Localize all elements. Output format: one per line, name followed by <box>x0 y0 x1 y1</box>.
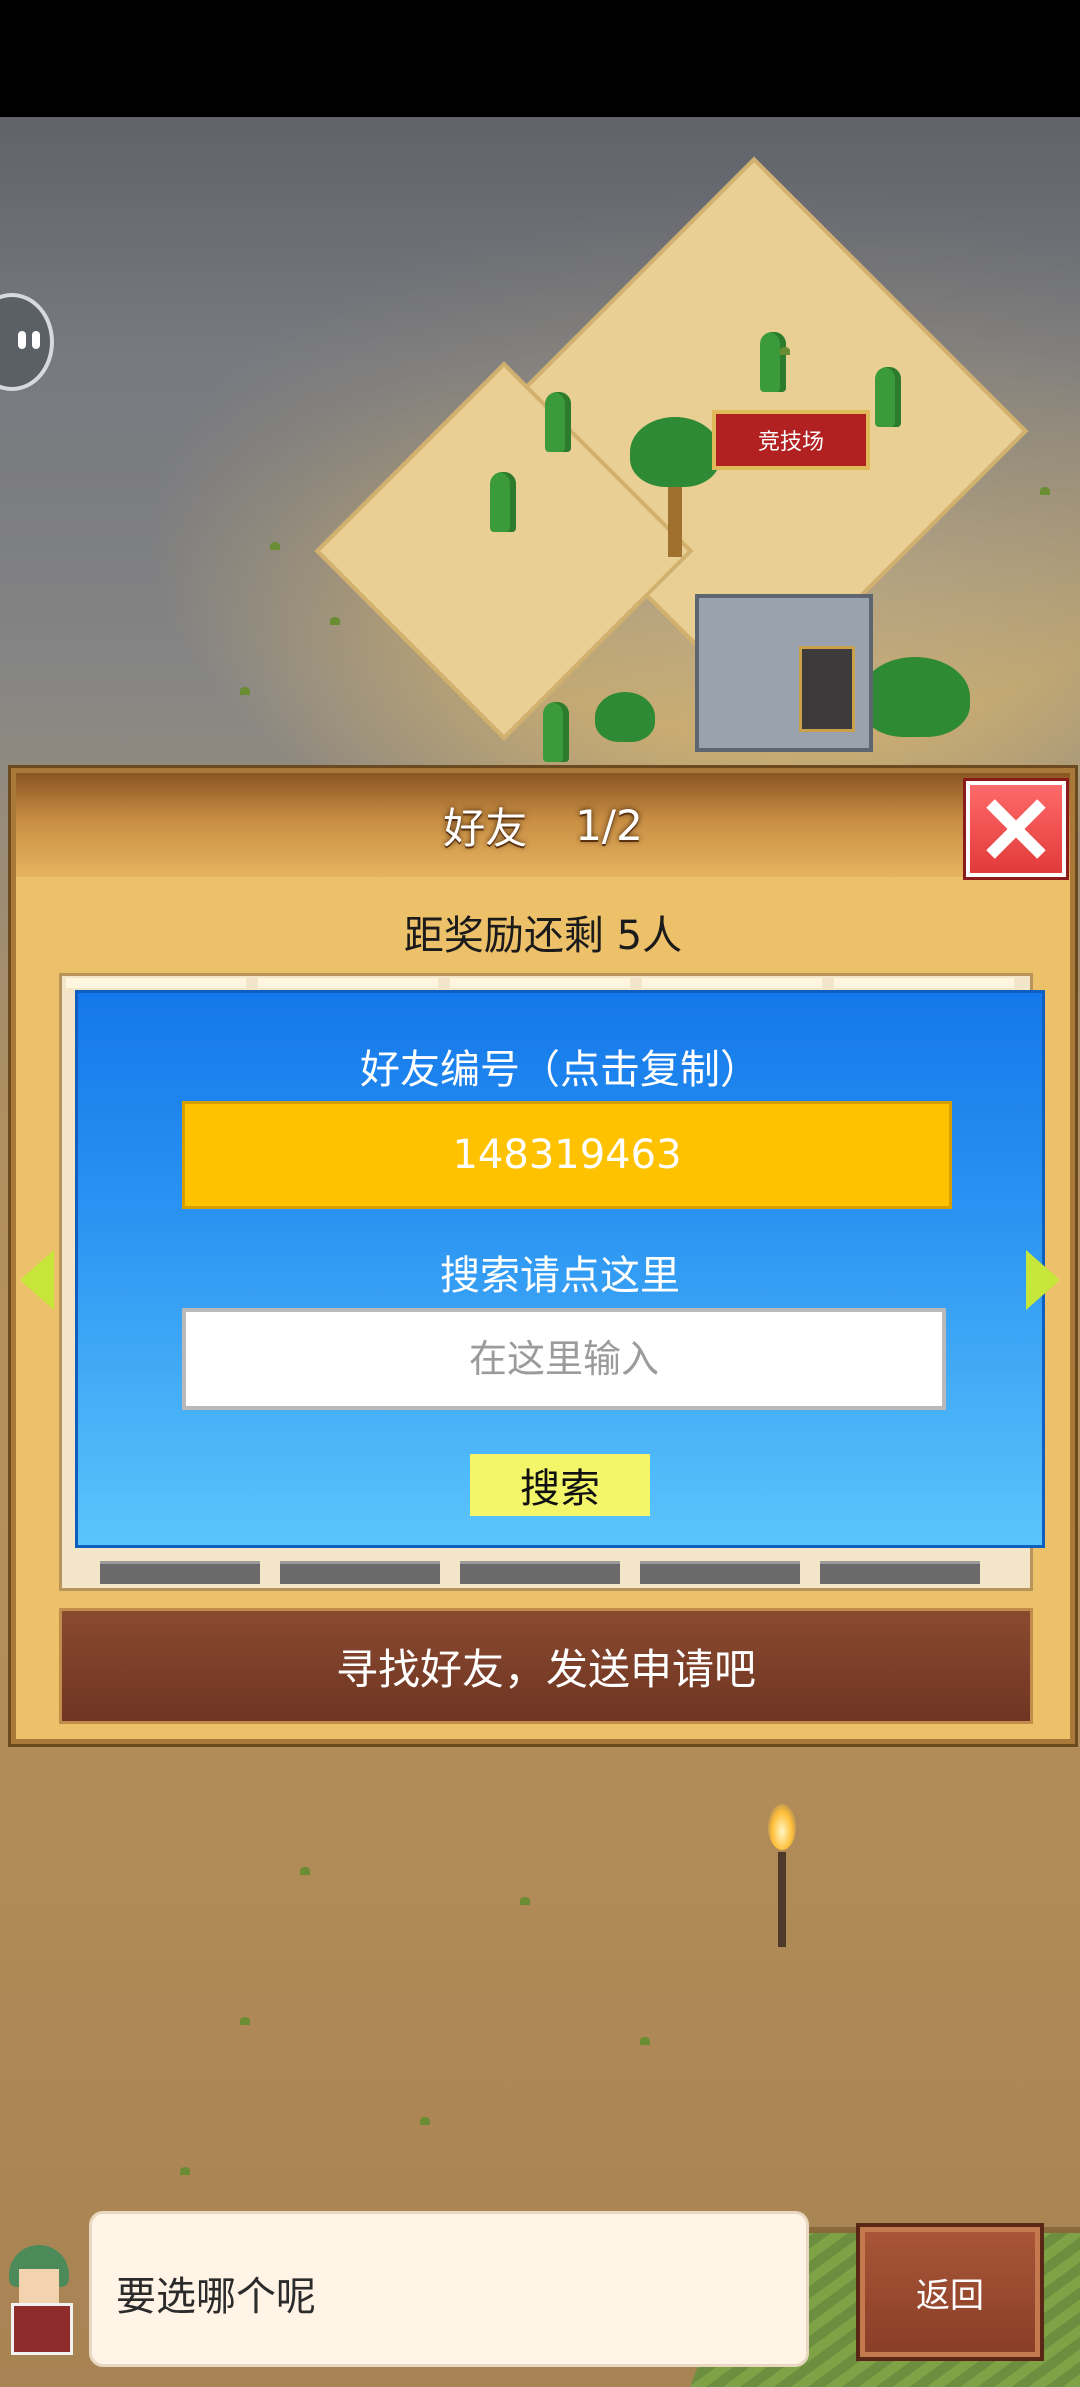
grass-tuft <box>780 347 790 355</box>
close-icon[interactable] <box>966 781 1066 877</box>
advisor-avatar <box>5 2245 75 2355</box>
arena-door <box>799 646 855 732</box>
send-request-bar[interactable]: 寻找好友，发送申请吧 <box>59 1608 1033 1724</box>
bush <box>860 657 970 737</box>
frame-segment <box>258 978 438 988</box>
frame-segment <box>640 1561 800 1584</box>
bubble-eye <box>18 331 26 349</box>
back-button[interactable]: 返回 <box>860 2227 1040 2357</box>
arena-building[interactable] <box>695 594 873 752</box>
cactus <box>490 472 516 532</box>
grass-tuft <box>300 1867 310 1875</box>
grass-tuft <box>330 617 340 625</box>
palm-tree <box>630 417 720 487</box>
bush <box>595 692 655 742</box>
cactus <box>543 702 569 762</box>
grass-tuft <box>520 1897 530 1905</box>
torch <box>778 1852 786 1947</box>
frame-segment <box>820 1561 980 1584</box>
grass-tuft <box>240 2017 250 2025</box>
frame-segment <box>450 978 630 988</box>
avatar-face <box>19 2269 59 2303</box>
status-bar <box>0 0 1080 117</box>
avatar-body <box>11 2303 73 2355</box>
arena-label[interactable]: 竞技场 <box>712 410 870 470</box>
frame-segment <box>100 1561 260 1584</box>
speech-text: 要选哪个呢 <box>116 2274 316 2320</box>
arrow-right-icon[interactable] <box>1026 1250 1060 1310</box>
dialog-header: 好友 1/2 <box>16 773 1070 877</box>
friend-id-label: 好友编号（点击复制） <box>360 1047 760 1093</box>
grass-tuft <box>270 542 280 550</box>
grass-tuft <box>640 2037 650 2045</box>
cactus <box>760 332 786 392</box>
grass-tuft <box>180 2167 190 2175</box>
cactus <box>545 392 571 452</box>
bubble-eye <box>32 331 40 349</box>
cactus <box>875 367 901 427</box>
friend-search-panel: 好友编号（点击复制） 148319463 搜索请点这里 搜索 <box>75 990 1045 1548</box>
frame-segment <box>66 978 246 988</box>
reward-progress-text: 距奖励还剩 5人 <box>403 913 683 959</box>
friend-id-copy-button[interactable]: 148319463 <box>182 1101 952 1209</box>
arrow-left-icon[interactable] <box>20 1250 54 1310</box>
search-label: 搜索请点这里 <box>440 1253 680 1299</box>
frame-segment <box>460 1561 620 1584</box>
torch-flame <box>768 1804 796 1850</box>
palm-trunk <box>668 477 682 557</box>
search-button[interactable]: 搜索 <box>470 1454 650 1516</box>
page-indicator: 1/2 <box>575 800 643 850</box>
grass-tuft <box>1040 487 1050 495</box>
frame-segment <box>834 978 1014 988</box>
grass-tuft <box>420 2117 430 2125</box>
dialog-title: 好友 <box>443 803 528 853</box>
frame-segment <box>642 978 822 988</box>
search-input[interactable] <box>182 1308 946 1410</box>
grass-tuft <box>240 687 250 695</box>
frame-segment <box>280 1561 440 1584</box>
speech-box: 要选哪个呢 <box>89 2211 809 2367</box>
friends-dialog: 好友 1/2 距奖励还剩 5人 好友编号（点击复制） 148319463 搜索请… <box>11 768 1075 1744</box>
